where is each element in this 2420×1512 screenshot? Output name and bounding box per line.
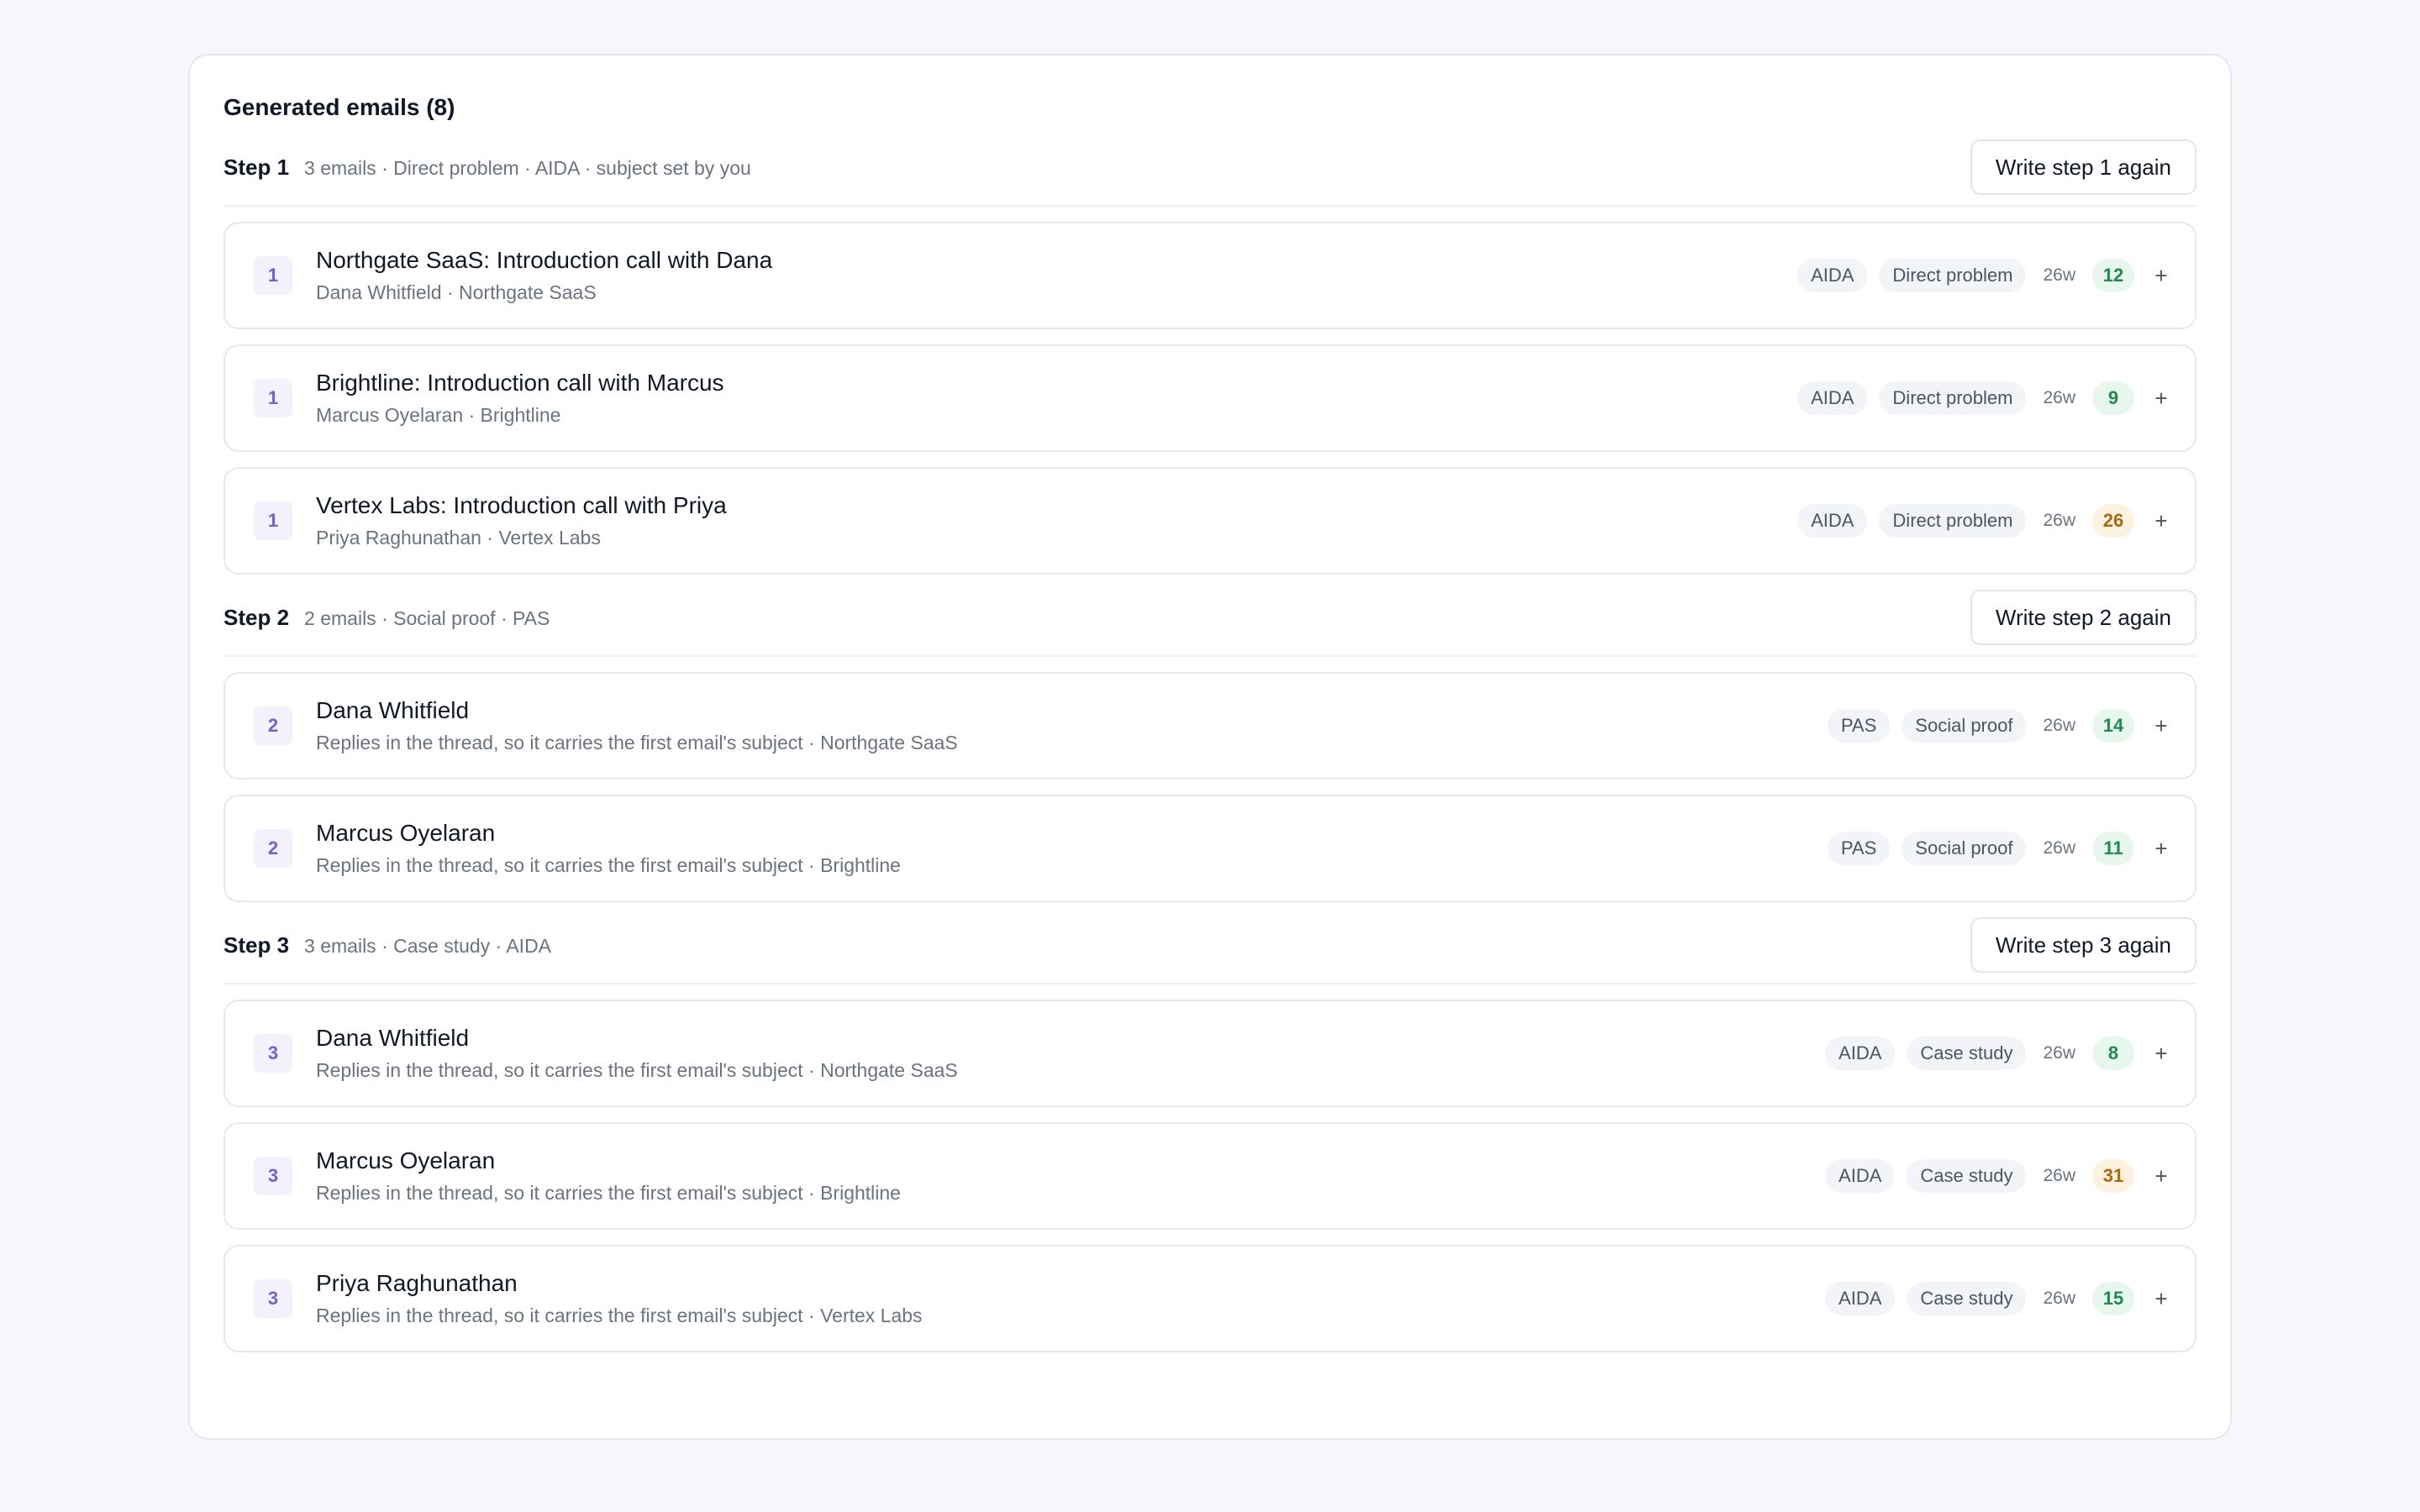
email-subject: Northgate SaaS: Introduction call with D… bbox=[316, 247, 773, 273]
step-section: Step 1 3 emails · Direct problem · AIDA … bbox=[224, 138, 2196, 575]
email-recipient: Replies in the thread, so it carries the… bbox=[316, 1182, 901, 1204]
angle-tag: Social proof bbox=[1902, 832, 2027, 865]
step-number-badge: 1 bbox=[254, 256, 292, 295]
word-count: 26w bbox=[2043, 265, 2075, 285]
framework-tag: AIDA bbox=[1825, 1159, 1896, 1193]
score-badge: 26 bbox=[2092, 504, 2134, 538]
email-row[interactable]: 1 Brightline: Introduction call with Mar… bbox=[224, 344, 2196, 452]
word-count: 26w bbox=[2043, 1166, 2075, 1185]
plus-icon[interactable]: + bbox=[2153, 1286, 2170, 1312]
framework-tag: PAS bbox=[1827, 832, 1891, 865]
email-subject: Vertex Labs: Introduction call with Priy… bbox=[316, 492, 727, 518]
generated-emails-panel: Generated emails (8) Step 1 3 emails · D… bbox=[188, 54, 2232, 1440]
score-badge: 31 bbox=[2092, 1159, 2134, 1193]
email-list: 2 Dana Whitfield Replies in the thread, … bbox=[224, 672, 2196, 902]
plus-icon[interactable]: + bbox=[2153, 386, 2170, 412]
score-badge: 11 bbox=[2092, 832, 2134, 865]
plus-icon[interactable]: + bbox=[2153, 836, 2170, 862]
step-meta: 3 emails · Case study · AIDA bbox=[304, 934, 552, 957]
framework-tag: AIDA bbox=[1797, 259, 1868, 292]
email-recipient: Marcus Oyelaran · Brightline bbox=[316, 404, 561, 426]
email-recipient: Replies in the thread, so it carries the… bbox=[316, 732, 958, 753]
step-number-badge: 2 bbox=[254, 706, 292, 745]
plus-icon[interactable]: + bbox=[2153, 508, 2170, 534]
framework-tag: PAS bbox=[1827, 709, 1891, 743]
email-recipient: Replies in the thread, so it carries the… bbox=[316, 854, 901, 876]
step-number-badge: 3 bbox=[254, 1034, 292, 1073]
score-badge: 12 bbox=[2092, 259, 2134, 292]
step-number-badge: 1 bbox=[254, 379, 292, 417]
email-list: 1 Northgate SaaS: Introduction call with… bbox=[224, 222, 2196, 575]
email-recipient: Replies in the thread, so it carries the… bbox=[316, 1059, 958, 1081]
plus-icon[interactable]: + bbox=[2153, 1163, 2170, 1189]
email-recipient: Replies in the thread, so it carries the… bbox=[316, 1305, 923, 1326]
word-count: 26w bbox=[2043, 1289, 2075, 1308]
email-row[interactable]: 1 Vertex Labs: Introduction call with Pr… bbox=[224, 467, 2196, 575]
word-count: 26w bbox=[2043, 511, 2075, 530]
angle-tag: Case study bbox=[1907, 1037, 2027, 1070]
email-recipient: Priya Raghunathan · Vertex Labs bbox=[316, 527, 601, 549]
step-section: Step 3 3 emails · Case study · AIDA Writ… bbox=[224, 916, 2196, 1352]
angle-tag: Direct problem bbox=[1879, 504, 2027, 538]
email-list: 3 Dana Whitfield Replies in the thread, … bbox=[224, 1000, 2196, 1352]
step-header: Step 2 2 emails · Social proof · PAS Wri… bbox=[224, 588, 2196, 647]
angle-tag: Case study bbox=[1907, 1282, 2027, 1315]
step-number-badge: 3 bbox=[254, 1279, 292, 1318]
steps-container: Step 1 3 emails · Direct problem · AIDA … bbox=[224, 138, 2196, 1352]
email-subject: Marcus Oyelaran bbox=[316, 820, 496, 846]
step-divider bbox=[224, 655, 2196, 657]
word-count: 26w bbox=[2043, 388, 2075, 407]
plus-icon[interactable]: + bbox=[2153, 263, 2170, 289]
email-subject: Dana Whitfield bbox=[316, 1025, 470, 1051]
angle-tag: Direct problem bbox=[1879, 259, 2027, 292]
email-recipient: Dana Whitfield · Northgate SaaS bbox=[316, 281, 597, 303]
step-number-badge: 2 bbox=[254, 829, 292, 868]
angle-tag: Social proof bbox=[1902, 709, 2027, 743]
word-count: 26w bbox=[2043, 716, 2075, 735]
step-header: Step 1 3 emails · Direct problem · AIDA … bbox=[224, 138, 2196, 197]
angle-tag: Case study bbox=[1907, 1159, 2027, 1193]
write-step-again-button[interactable]: Write step 2 again bbox=[1970, 590, 2196, 645]
email-row[interactable]: 2 Marcus Oyelaran Replies in the thread,… bbox=[224, 795, 2196, 902]
step-header: Step 3 3 emails · Case study · AIDA Writ… bbox=[224, 916, 2196, 974]
email-subject: Dana Whitfield bbox=[316, 697, 470, 723]
email-row[interactable]: 2 Dana Whitfield Replies in the thread, … bbox=[224, 672, 2196, 780]
step-name: Step 2 bbox=[224, 604, 290, 630]
step-number-badge: 3 bbox=[254, 1157, 292, 1195]
step-number-badge: 1 bbox=[254, 501, 292, 540]
plus-icon[interactable]: + bbox=[2153, 1041, 2170, 1067]
email-row[interactable]: 1 Northgate SaaS: Introduction call with… bbox=[224, 222, 2196, 329]
panel-title: Generated emails (8) bbox=[224, 94, 455, 120]
step-name: Step 1 bbox=[224, 154, 290, 180]
score-badge: 15 bbox=[2092, 1282, 2134, 1315]
score-badge: 14 bbox=[2092, 709, 2134, 743]
plus-icon[interactable]: + bbox=[2153, 713, 2170, 739]
email-subject: Priya Raghunathan bbox=[316, 1270, 518, 1296]
framework-tag: AIDA bbox=[1797, 381, 1868, 415]
step-divider bbox=[224, 205, 2196, 207]
word-count: 26w bbox=[2043, 1043, 2075, 1063]
step-meta: 3 emails · Direct problem · AIDA · subje… bbox=[304, 156, 751, 179]
step-divider bbox=[224, 983, 2196, 984]
step-name: Step 3 bbox=[224, 932, 290, 958]
step-meta: 2 emails · Social proof · PAS bbox=[304, 606, 550, 629]
write-step-again-button[interactable]: Write step 1 again bbox=[1970, 139, 2196, 195]
angle-tag: Direct problem bbox=[1879, 381, 2027, 415]
framework-tag: AIDA bbox=[1825, 1037, 1896, 1070]
email-row[interactable]: 3 Priya Raghunathan Replies in the threa… bbox=[224, 1245, 2196, 1352]
email-row[interactable]: 3 Dana Whitfield Replies in the thread, … bbox=[224, 1000, 2196, 1107]
word-count: 26w bbox=[2043, 838, 2075, 858]
framework-tag: AIDA bbox=[1825, 1282, 1896, 1315]
email-subject: Marcus Oyelaran bbox=[316, 1147, 496, 1173]
email-subject: Brightline: Introduction call with Marcu… bbox=[316, 370, 724, 396]
framework-tag: AIDA bbox=[1797, 504, 1868, 538]
email-row[interactable]: 3 Marcus Oyelaran Replies in the thread,… bbox=[224, 1122, 2196, 1230]
score-badge: 8 bbox=[2092, 1037, 2134, 1070]
write-step-again-button[interactable]: Write step 3 again bbox=[1970, 917, 2196, 973]
step-section: Step 2 2 emails · Social proof · PAS Wri… bbox=[224, 588, 2196, 902]
score-badge: 9 bbox=[2092, 381, 2134, 415]
